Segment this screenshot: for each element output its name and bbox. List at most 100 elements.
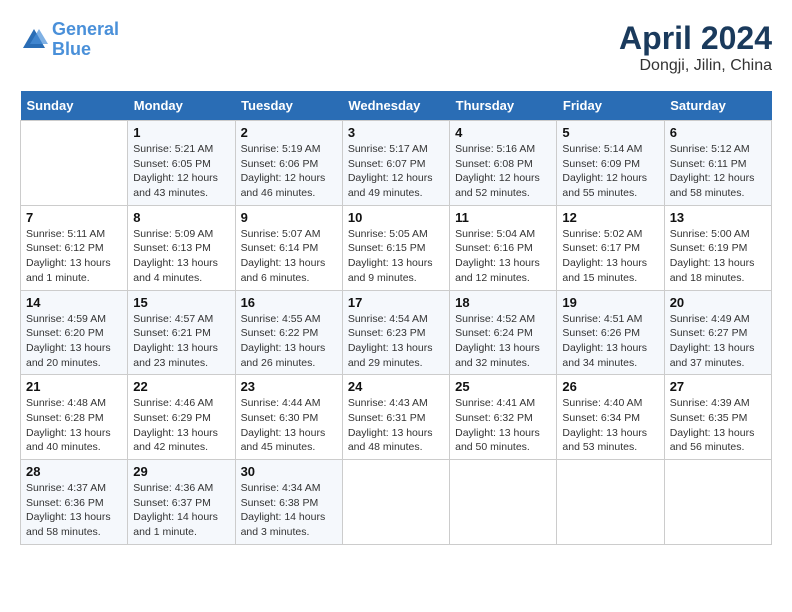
- week-row-1: 1Sunrise: 5:21 AM Sunset: 6:05 PM Daylig…: [21, 121, 772, 206]
- day-info: Sunrise: 4:40 AM Sunset: 6:34 PM Dayligh…: [562, 396, 658, 455]
- calendar-cell: 28 Sunrise: 4:37 AM Sunset: 6:36 PM Dayli…: [21, 460, 128, 545]
- calendar-cell: 19 Sunrise: 4:51 AM Sunset: 6:26 PM Dayli…: [557, 290, 664, 375]
- day-info: Sunrise: 4:44 AM Sunset: 6:30 PM Dayligh…: [241, 396, 337, 455]
- logo: General Blue: [20, 20, 119, 60]
- day-info: Sunrise: 4:48 AM Sunset: 6:28 PM Dayligh…: [26, 396, 122, 455]
- day-info: Sunrise: 5:16 AM Sunset: 6:08 PM Dayligh…: [455, 142, 551, 201]
- day-info: Sunrise: 5:07 AM Sunset: 6:14 PM Dayligh…: [241, 227, 337, 286]
- calendar-cell: 4 Sunrise: 5:16 AM Sunset: 6:08 PM Daylig…: [450, 121, 557, 206]
- calendar-cell: [342, 460, 449, 545]
- day-number: 3: [348, 125, 444, 140]
- column-header-friday: Friday: [557, 91, 664, 121]
- title-block: April 2024 Dongji, Jilin, China: [619, 20, 772, 75]
- day-number: 18: [455, 295, 551, 310]
- day-number: 15: [133, 295, 229, 310]
- day-number: 22: [133, 379, 229, 394]
- logo-text: General Blue: [52, 20, 119, 60]
- calendar-cell: 2 Sunrise: 5:19 AM Sunset: 6:06 PM Daylig…: [235, 121, 342, 206]
- calendar-cell: 14Sunrise: 4:59 AM Sunset: 6:20 PM Dayli…: [21, 290, 128, 375]
- day-number: 8: [133, 210, 229, 225]
- calendar-cell: 25 Sunrise: 4:41 AM Sunset: 6:32 PM Dayli…: [450, 375, 557, 460]
- column-header-monday: Monday: [128, 91, 235, 121]
- day-number: 27: [670, 379, 766, 394]
- column-header-wednesday: Wednesday: [342, 91, 449, 121]
- day-number: 29: [133, 464, 229, 479]
- day-info: Sunrise: 4:36 AM Sunset: 6:37 PM Dayligh…: [133, 481, 229, 540]
- calendar-cell: [664, 460, 771, 545]
- calendar-cell: 13 Sunrise: 5:00 AM Sunset: 6:19 PM Dayli…: [664, 205, 771, 290]
- day-info: Sunrise: 4:52 AM Sunset: 6:24 PM Dayligh…: [455, 312, 551, 371]
- day-info: Sunrise: 4:49 AM Sunset: 6:27 PM Dayligh…: [670, 312, 766, 371]
- calendar-cell: 1Sunrise: 5:21 AM Sunset: 6:05 PM Daylig…: [128, 121, 235, 206]
- day-info: Sunrise: 4:51 AM Sunset: 6:26 PM Dayligh…: [562, 312, 658, 371]
- calendar-cell: 23 Sunrise: 4:44 AM Sunset: 6:30 PM Dayli…: [235, 375, 342, 460]
- calendar-cell: 16 Sunrise: 4:55 AM Sunset: 6:22 PM Dayli…: [235, 290, 342, 375]
- calendar-cell: 5Sunrise: 5:14 AM Sunset: 6:09 PM Daylig…: [557, 121, 664, 206]
- calendar-cell: 10 Sunrise: 5:05 AM Sunset: 6:15 PM Dayli…: [342, 205, 449, 290]
- logo-icon: [20, 26, 48, 54]
- day-number: 9: [241, 210, 337, 225]
- day-info: Sunrise: 4:39 AM Sunset: 6:35 PM Dayligh…: [670, 396, 766, 455]
- day-number: 4: [455, 125, 551, 140]
- calendar-cell: [21, 121, 128, 206]
- calendar-cell: 8 Sunrise: 5:09 AM Sunset: 6:13 PM Daylig…: [128, 205, 235, 290]
- column-header-thursday: Thursday: [450, 91, 557, 121]
- day-number: 25: [455, 379, 551, 394]
- column-header-sunday: Sunday: [21, 91, 128, 121]
- day-number: 10: [348, 210, 444, 225]
- day-number: 14: [26, 295, 122, 310]
- day-number: 13: [670, 210, 766, 225]
- day-number: 2: [241, 125, 337, 140]
- column-header-saturday: Saturday: [664, 91, 771, 121]
- day-info: Sunrise: 5:14 AM Sunset: 6:09 PM Dayligh…: [562, 142, 658, 201]
- calendar-cell: 29 Sunrise: 4:36 AM Sunset: 6:37 PM Dayli…: [128, 460, 235, 545]
- day-number: 17: [348, 295, 444, 310]
- day-info: Sunrise: 4:37 AM Sunset: 6:36 PM Dayligh…: [26, 481, 122, 540]
- day-info: Sunrise: 5:00 AM Sunset: 6:19 PM Dayligh…: [670, 227, 766, 286]
- calendar-cell: 20 Sunrise: 4:49 AM Sunset: 6:27 PM Dayli…: [664, 290, 771, 375]
- day-number: 20: [670, 295, 766, 310]
- day-info: Sunrise: 4:55 AM Sunset: 6:22 PM Dayligh…: [241, 312, 337, 371]
- calendar-cell: 12Sunrise: 5:02 AM Sunset: 6:17 PM Dayli…: [557, 205, 664, 290]
- day-number: 7: [26, 210, 122, 225]
- day-number: 16: [241, 295, 337, 310]
- subtitle: Dongji, Jilin, China: [619, 57, 772, 75]
- calendar-cell: 30 Sunrise: 4:34 AM Sunset: 6:38 PM Dayli…: [235, 460, 342, 545]
- calendar-cell: [557, 460, 664, 545]
- day-info: Sunrise: 5:17 AM Sunset: 6:07 PM Dayligh…: [348, 142, 444, 201]
- day-info: Sunrise: 4:57 AM Sunset: 6:21 PM Dayligh…: [133, 312, 229, 371]
- day-info: Sunrise: 4:46 AM Sunset: 6:29 PM Dayligh…: [133, 396, 229, 455]
- day-number: 6: [670, 125, 766, 140]
- day-info: Sunrise: 4:41 AM Sunset: 6:32 PM Dayligh…: [455, 396, 551, 455]
- day-number: 23: [241, 379, 337, 394]
- day-info: Sunrise: 4:43 AM Sunset: 6:31 PM Dayligh…: [348, 396, 444, 455]
- week-row-3: 14Sunrise: 4:59 AM Sunset: 6:20 PM Dayli…: [21, 290, 772, 375]
- day-info: Sunrise: 5:11 AM Sunset: 6:12 PM Dayligh…: [26, 227, 122, 286]
- day-number: 19: [562, 295, 658, 310]
- calendar-cell: 24Sunrise: 4:43 AM Sunset: 6:31 PM Dayli…: [342, 375, 449, 460]
- day-info: Sunrise: 4:54 AM Sunset: 6:23 PM Dayligh…: [348, 312, 444, 371]
- day-info: Sunrise: 5:04 AM Sunset: 6:16 PM Dayligh…: [455, 227, 551, 286]
- day-number: 11: [455, 210, 551, 225]
- day-info: Sunrise: 5:05 AM Sunset: 6:15 PM Dayligh…: [348, 227, 444, 286]
- day-info: Sunrise: 5:19 AM Sunset: 6:06 PM Dayligh…: [241, 142, 337, 201]
- day-info: Sunrise: 4:34 AM Sunset: 6:38 PM Dayligh…: [241, 481, 337, 540]
- day-number: 26: [562, 379, 658, 394]
- page-header: General Blue April 2024 Dongji, Jilin, C…: [20, 20, 772, 75]
- calendar-cell: 22 Sunrise: 4:46 AM Sunset: 6:29 PM Dayli…: [128, 375, 235, 460]
- calendar-cell: 9 Sunrise: 5:07 AM Sunset: 6:14 PM Daylig…: [235, 205, 342, 290]
- calendar-cell: 21 Sunrise: 4:48 AM Sunset: 6:28 PM Dayli…: [21, 375, 128, 460]
- calendar-cell: 7 Sunrise: 5:11 AM Sunset: 6:12 PM Daylig…: [21, 205, 128, 290]
- day-info: Sunrise: 5:12 AM Sunset: 6:11 PM Dayligh…: [670, 142, 766, 201]
- day-info: Sunrise: 5:09 AM Sunset: 6:13 PM Dayligh…: [133, 227, 229, 286]
- calendar-cell: 17 Sunrise: 4:54 AM Sunset: 6:23 PM Dayli…: [342, 290, 449, 375]
- day-number: 21: [26, 379, 122, 394]
- main-title: April 2024: [619, 20, 772, 57]
- day-number: 30: [241, 464, 337, 479]
- calendar-cell: 27 Sunrise: 4:39 AM Sunset: 6:35 PM Dayli…: [664, 375, 771, 460]
- calendar-cell: 6 Sunrise: 5:12 AM Sunset: 6:11 PM Daylig…: [664, 121, 771, 206]
- calendar-cell: 26 Sunrise: 4:40 AM Sunset: 6:34 PM Dayli…: [557, 375, 664, 460]
- day-number: 28: [26, 464, 122, 479]
- calendar-cell: 18 Sunrise: 4:52 AM Sunset: 6:24 PM Dayli…: [450, 290, 557, 375]
- calendar-cell: 3 Sunrise: 5:17 AM Sunset: 6:07 PM Daylig…: [342, 121, 449, 206]
